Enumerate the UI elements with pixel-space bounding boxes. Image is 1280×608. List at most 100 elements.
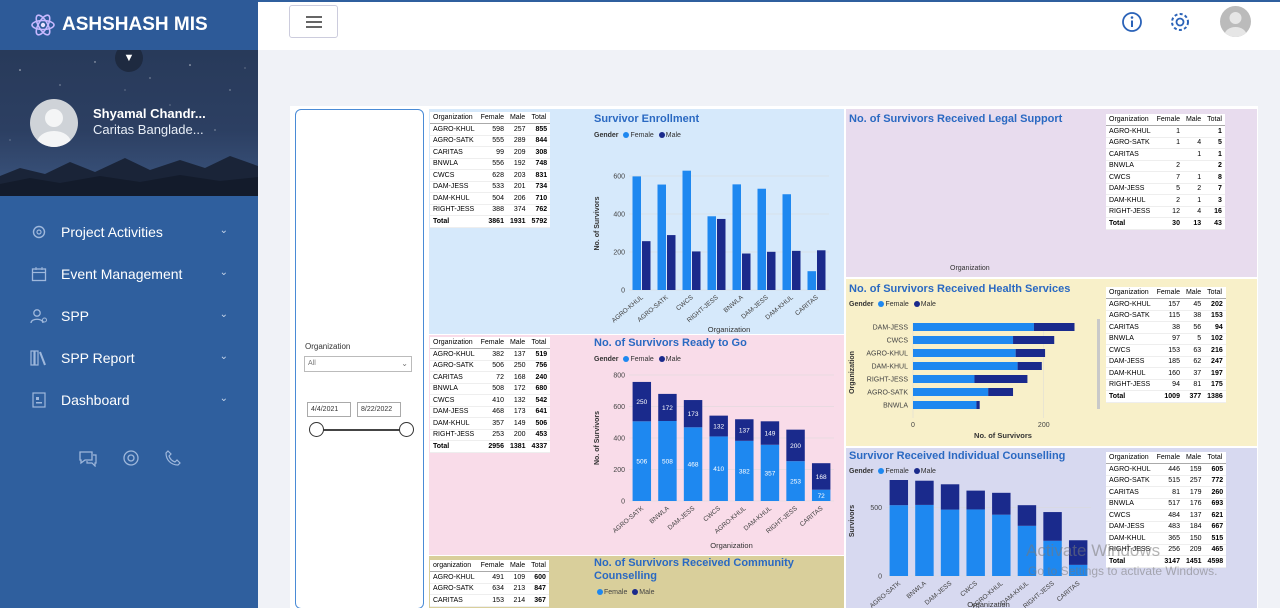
sidebar-item-dashboard[interactable]: Dashboard ⌄ [0, 379, 258, 421]
sidebar-item-project-activities[interactable]: Project Activities ⌄ [0, 211, 258, 253]
table-cell: 1009 [1153, 390, 1183, 403]
table-cell: 160 [1153, 367, 1183, 380]
table-cell: 109 [506, 571, 529, 584]
table-cell: 175 [1204, 379, 1226, 391]
top-user-avatar[interactable] [1220, 6, 1251, 37]
phone-icon[interactable] [164, 449, 182, 467]
table-cell: CWCS [430, 394, 478, 407]
table-cell: 556 [477, 158, 507, 170]
table-cell: 382 [477, 348, 507, 361]
date-range-slider-start-handle[interactable] [309, 422, 324, 437]
table-cell: BNWLA [1106, 333, 1154, 345]
table-row: CARITAS 72 168 240 [430, 371, 551, 384]
table-cell: AGRO-KHUL [1106, 463, 1154, 476]
settings-gear-icon[interactable] [1169, 11, 1191, 33]
male-swatch [632, 589, 639, 596]
table-cell: 519 [528, 348, 551, 361]
sidebar: ASHSHASH MIS ▼ Shyamal Chandr... Caritas… [0, 0, 258, 608]
table-cell: AGRO-KHUL [430, 571, 478, 584]
health-chart: 0 200 DAM-JESS CWCS AGRO-KHUL DAM-KHUL RIGHT-J… [849, 319, 1100, 440]
table-row: DAM-JESS 468 173 641 [430, 406, 551, 418]
table-cell: DAM-KHUL [1106, 194, 1154, 207]
table-cell: CARITAS [1106, 148, 1154, 161]
table-cell: 855 [528, 123, 551, 136]
legend-female: Female [885, 468, 909, 475]
female-swatch [878, 468, 885, 475]
brand[interactable]: ASHSHASH MIS [0, 0, 258, 50]
table-cell: 1 [1182, 194, 1205, 207]
ready-table: Organization Female Male Total AGRO-KHUL 382 1… [430, 337, 551, 453]
info-icon[interactable] [1121, 11, 1143, 33]
x-tick-label: BNWLA [906, 580, 929, 601]
avatar[interactable] [30, 99, 78, 147]
bar-male [974, 375, 1028, 383]
bar-female [913, 362, 1018, 370]
sidebar-item-event-management[interactable]: Event Management ⌄ [0, 253, 258, 295]
table-cell: AGRO-SATK [430, 583, 478, 595]
sidebar-item-spp-report[interactable]: SPP Report ⌄ [0, 337, 258, 379]
table-cell: CARITAS [430, 371, 478, 384]
user-name: Shyamal Chandr... [93, 106, 206, 121]
table-cell: 176 [1182, 498, 1205, 510]
community-legend: Female Male [594, 589, 654, 596]
date-range-slider-end-handle[interactable] [399, 422, 414, 437]
legend-title: Gender [849, 301, 874, 308]
sidebar-menu: Project Activities ⌄ Event Management ⌄ … [0, 211, 258, 421]
table-cell: 453 [528, 429, 551, 441]
table-cell: 5792 [528, 215, 551, 228]
data-label: 506 [636, 459, 647, 466]
table-cell: 410 [477, 394, 507, 407]
table-row: CARITAS 99 209 308 [430, 146, 551, 159]
table-header: Male [506, 560, 529, 572]
table-cell: 2 [1153, 194, 1183, 207]
table-cell: 179 [1182, 486, 1205, 499]
date-to-input[interactable]: 8/22/2022 [357, 402, 401, 417]
organization-select[interactable]: All ⌄ [304, 356, 412, 372]
sidebar-item-spp[interactable]: SPP ⌄ [0, 295, 258, 337]
health-legend: Gender Female Male [849, 301, 936, 308]
user-silhouette-icon [1224, 12, 1247, 37]
table-row: AGRO-KHUL 446 159 605 [1106, 463, 1227, 476]
table-header-row: Organization Female Male Total [1106, 114, 1225, 126]
table-header: Male [506, 337, 529, 349]
table-cell: Total [1106, 390, 1154, 403]
x-axis-label: No. of Survivors [974, 431, 1032, 440]
table-cell: 517 [1153, 498, 1183, 510]
table-row: CWCS 410 132 542 [430, 394, 551, 407]
data-label: 132 [713, 424, 724, 431]
data-label: 357 [765, 470, 776, 477]
table-cell: 197 [1204, 367, 1226, 380]
table-cell: 43 [1204, 217, 1225, 230]
data-label: 508 [662, 458, 673, 465]
y-tick-label: 400 [613, 436, 625, 443]
table-cell: 37 [1182, 367, 1205, 380]
table-cell: CARITAS [430, 146, 478, 159]
bar-female [913, 349, 1016, 357]
data-label: 149 [765, 431, 776, 438]
data-label: 410 [713, 466, 724, 473]
bar-female [657, 184, 666, 290]
table-cell: 4337 [528, 440, 551, 453]
x-tick-label: DAM-KHUL [764, 294, 795, 321]
chat-icon[interactable] [78, 449, 98, 467]
table-header: Organization [430, 337, 478, 349]
bar-male [915, 480, 934, 505]
date-from-input[interactable]: 4/4/2021 [307, 402, 351, 417]
hamburger-menu-button[interactable] [289, 5, 338, 38]
table-row: CWCS 7 1 8 [1106, 171, 1225, 184]
table-cell: 388 [477, 204, 507, 216]
table-cell: 634 [477, 583, 507, 595]
table-cell: 209 [1182, 544, 1205, 556]
table-cell: 81 [1153, 486, 1183, 499]
table-cell: 253 [477, 429, 507, 441]
table-cell: 693 [1204, 498, 1227, 510]
table-cell: 628 [477, 169, 507, 182]
x-tick-label: AGRO-SATK [869, 580, 903, 608]
table-cell: Total [1106, 217, 1154, 230]
table-cell: 81 [1182, 379, 1205, 391]
table-row: CWCS 153 63 216 [1106, 344, 1226, 357]
support-lifebuoy-icon[interactable] [122, 449, 140, 467]
bar-female [913, 323, 1034, 331]
table-cell: 38 [1182, 310, 1205, 322]
top-bar [258, 0, 1280, 50]
